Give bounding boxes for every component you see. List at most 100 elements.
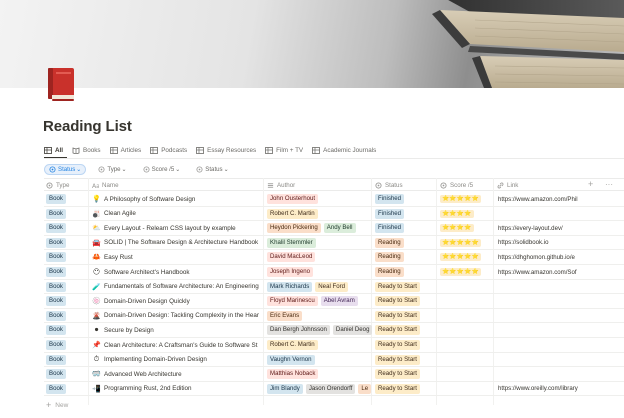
red-book-icon[interactable]	[44, 66, 78, 102]
more-options-icon[interactable]: ···	[605, 178, 613, 190]
type-tag: Book	[46, 223, 66, 234]
table-row[interactable]: Book 🥽 Advanced Web Architecture Matthias N…	[44, 367, 624, 382]
chevron-down-icon: ⌄	[121, 166, 127, 173]
type-tag: Book	[46, 252, 66, 263]
tab-view[interactable]: Essay Resources	[196, 147, 256, 154]
row-name[interactable]: Software Architect's Handbook	[104, 269, 190, 276]
status-badge: Ready to Start	[375, 310, 420, 321]
row-name[interactable]: A Philosophy of Software Design	[104, 196, 195, 203]
status-badge: Ready to Start	[375, 354, 420, 365]
type-tag: Book	[46, 354, 66, 365]
score-stars: ⭐⭐⭐⭐	[440, 224, 474, 233]
page-emoji-icon: 🍥	[92, 298, 101, 306]
row-name[interactable]: SOLID | The Software Design & Architectu…	[104, 239, 258, 246]
author-tag: Andy Bell	[323, 223, 356, 234]
new-row-button[interactable]: + New	[46, 401, 68, 410]
type-tag: Book	[46, 208, 66, 219]
title-property-icon: Aa	[92, 183, 99, 189]
filter-chip[interactable]: Score /5 ⌄	[139, 164, 185, 175]
column-header-score[interactable]: Score /5	[440, 179, 473, 191]
column-label: Author	[277, 181, 296, 189]
row-name[interactable]: Programming Rust, 2nd Edition	[104, 385, 192, 392]
column-header-link[interactable]: Link	[497, 179, 518, 191]
type-tag: Book	[46, 340, 66, 350]
select-property-icon	[143, 165, 150, 173]
column-label: Link	[507, 181, 519, 189]
column-header-type[interactable]: Type	[46, 179, 69, 191]
table-row[interactable]: Book 💡 A Philosophy of Software Design John…	[44, 192, 624, 207]
column-label: Score /5	[450, 181, 474, 189]
link-url[interactable]: https://solidbook.io	[498, 239, 548, 246]
link-url[interactable]: https://every-layout.dev/	[498, 225, 563, 232]
link-url[interactable]: https://www.amazon.com/Phil	[498, 196, 578, 203]
column-header-status[interactable]: Status	[375, 179, 403, 191]
status-badge: Ready to Start	[375, 281, 420, 292]
table-row[interactable]: Book 📌 Clean Architecture: A Craftsman's G…	[44, 338, 624, 353]
author-tag: Eric Evans	[267, 310, 303, 321]
tab-label: Podcasts	[161, 146, 188, 154]
status-badge: Ready to Start	[375, 369, 420, 380]
select-property-icon	[46, 181, 53, 189]
row-name[interactable]: Advanced Web Architecture	[104, 371, 182, 378]
table-row[interactable]: Book 🚘 SOLID | The Software Design & Archi…	[44, 236, 624, 251]
row-name[interactable]: Easy Rust	[104, 254, 133, 261]
row-name[interactable]: Fundamentals of Software Architecture: A…	[104, 283, 259, 290]
tab-view[interactable]: Academic Journals	[312, 147, 376, 154]
tab-view[interactable]: Podcasts	[150, 147, 187, 154]
table-row[interactable]: Book 🧪 Fundamentals of Software Architectu…	[44, 280, 624, 295]
link-url[interactable]: https://www.amazon.com/Sof	[498, 269, 577, 276]
filter-chip[interactable]: Type ⌄	[94, 164, 130, 175]
status-badge: Reading	[375, 252, 404, 263]
status-badge: Ready to Start	[375, 325, 420, 336]
status-badge: Reading	[375, 237, 404, 248]
author-tag: Mark Richards	[267, 281, 313, 292]
filter-chip[interactable]: Status ⌄	[192, 164, 232, 175]
select-property-icon	[440, 181, 447, 189]
tab-view[interactable]: Books	[72, 147, 101, 154]
status-badge: Finished	[375, 208, 405, 219]
row-name[interactable]: Domain-Driven Design Quickly	[104, 298, 190, 305]
table-row[interactable]: Book 🦀 Easy Rust David MacLeod Reading ⭐⭐⭐⭐⭐ h…	[44, 250, 624, 265]
author-tag: Heydon Pickering	[267, 223, 321, 234]
row-name[interactable]: Secure by Design	[104, 327, 154, 334]
table-row[interactable]: Book 📲 Programming Rust, 2nd Edition Jim Bl…	[44, 382, 624, 397]
status-badge: Ready to Start	[375, 383, 420, 394]
link-url[interactable]: https://dhghomon.github.io/e	[498, 254, 575, 261]
table-row[interactable]: Book ⏱ Implementing Domain-Driven Design Va…	[44, 353, 624, 368]
filter-label: Score /5	[151, 165, 175, 173]
table-icon	[196, 146, 205, 154]
row-name[interactable]: Clean Agile	[104, 210, 136, 217]
table-row[interactable]: Book 🌋 Domain-Driven Design: Tackling Comp…	[44, 309, 624, 324]
author-tag: Robert C. Martin	[267, 340, 318, 350]
tab-view[interactable]: All	[44, 147, 63, 154]
status-badge: Ready to Start	[375, 296, 420, 307]
table-row[interactable]: Book ⚫ Secure by Design Dan Bergh Johnsson D…	[44, 323, 624, 338]
type-tag: Book	[46, 296, 66, 307]
tab-view[interactable]: Articles	[109, 147, 141, 154]
author-tag: Matthias Noback	[267, 369, 319, 380]
filter-chip[interactable]: Status ⌄	[44, 163, 87, 175]
row-name[interactable]: Domain-Driven Design: Tackling Complexit…	[104, 312, 259, 319]
table-row[interactable]: Book 🎳 Clean Agile Robert C. Martin Finished…	[44, 207, 624, 222]
add-property-button[interactable]: +	[588, 178, 593, 190]
tab-view[interactable]: Film + TV	[265, 147, 303, 154]
filter-label: Status	[58, 165, 76, 173]
row-name[interactable]: Every Layout - Relearn CSS layout by exa…	[104, 225, 236, 232]
row-name[interactable]: Implementing Domain-Driven Design	[104, 356, 207, 363]
tab-label: Essay Resources	[207, 146, 257, 154]
type-tag: Book	[46, 325, 66, 336]
author-tag: Neal Ford	[315, 281, 349, 292]
author-tag: Joseph Ingeno	[267, 267, 313, 277]
score-stars: ⭐⭐⭐⭐⭐	[440, 195, 482, 203]
table-row[interactable]: Book 😶 Software Architect's Handbook Joseph…	[44, 265, 624, 280]
link-url[interactable]: https://www.oreilly.com/library	[498, 385, 578, 392]
table-row[interactable]: Book 🍥 Domain-Driven Design Quickly Floyd M…	[44, 294, 624, 309]
author-tag: Floyd Marinescu	[267, 296, 318, 307]
author-tag: Jim Blandy	[267, 383, 303, 394]
column-header-author[interactable]: Author	[267, 179, 295, 191]
column-label: Type	[56, 181, 70, 189]
row-name[interactable]: Clean Architecture: A Craftsman's Guide …	[104, 342, 257, 349]
column-header-name[interactable]: Aa Name	[92, 179, 119, 191]
table-row[interactable]: Book ⛅ Every Layout - Relearn CSS layout b…	[44, 221, 624, 236]
author-tag: Robert C. Martin	[267, 208, 318, 219]
